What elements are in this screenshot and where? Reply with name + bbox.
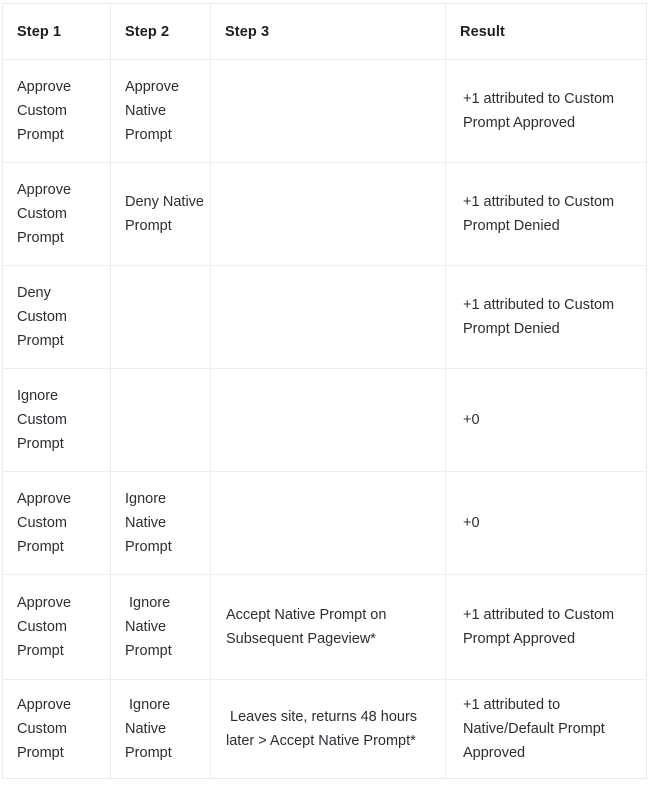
cell-step-3 (210, 59, 446, 163)
cell-step-3 (210, 368, 446, 472)
attribution-table-container: Step 1 Step 2 Step 3 Result Approve Cust… (2, 3, 647, 779)
cell-step-3 (210, 162, 446, 266)
cell-step-2: Ignore Native Prompt (110, 574, 211, 680)
table-row: Approve Custom Prompt Deny Native Prompt… (2, 162, 647, 266)
cell-step-3: Accept Native Prompt on Subsequent Pagev… (210, 574, 446, 680)
cell-result: +1 attributed to Custom Prompt Approved (445, 59, 647, 163)
table-row: Approve Custom Prompt Ignore Native Prom… (2, 574, 647, 680)
cell-step-1: Approve Custom Prompt (2, 679, 111, 779)
cell-step-3 (210, 471, 446, 575)
table-row: Approve Custom Prompt Ignore Native Prom… (2, 679, 647, 779)
cell-result: +1 attributed to Custom Prompt Approved (445, 574, 647, 680)
table-body: Approve Custom Prompt Approve Native Pro… (2, 59, 647, 779)
column-header-step-1: Step 1 (2, 3, 111, 60)
cell-result: +1 attributed to Custom Prompt Denied (445, 265, 647, 369)
cell-result: +1 attributed to Custom Prompt Denied (445, 162, 647, 266)
column-header-step-2: Step 2 (110, 3, 211, 60)
cell-step-1: Approve Custom Prompt (2, 574, 111, 680)
cell-step-1: Approve Custom Prompt (2, 162, 111, 266)
cell-step-1: Approve Custom Prompt (2, 59, 111, 163)
cell-result: +0 (445, 471, 647, 575)
cell-result: +1 attributed to Native/Default Prompt A… (463, 697, 609, 761)
cell-step-2 (110, 265, 211, 369)
cell-step-1: Ignore Custom Prompt (2, 368, 111, 472)
table-header-row: Step 1 Step 2 Step 3 Result (2, 3, 647, 60)
column-header-step-3: Step 3 (210, 3, 446, 60)
cell-step-2 (110, 368, 211, 472)
column-header-result: Result (445, 3, 647, 60)
cell-step-3 (210, 265, 446, 369)
cell-result: +0 (445, 368, 647, 472)
table-header: Step 1 Step 2 Step 3 Result (2, 3, 647, 60)
table-row: Approve Custom Prompt Ignore Native Prom… (2, 471, 647, 575)
table-row: Deny Custom Prompt +1 attributed to Cust… (2, 265, 647, 369)
cell-step-2: Ignore Native Prompt (110, 679, 211, 779)
cell-step-1: Approve Custom Prompt (2, 471, 111, 575)
cell-step-2: Ignore Native Prompt (110, 471, 211, 575)
cell-step-3: Leaves site, returns 48 hours later > Ac… (210, 679, 446, 779)
prompt-attribution-table: Step 1 Step 2 Step 3 Result Approve Cust… (2, 3, 647, 779)
cell-step-1: Deny Custom Prompt (2, 265, 111, 369)
table-row: Ignore Custom Prompt +0 (2, 368, 647, 472)
cell-step-2: Deny Native Prompt (110, 162, 211, 266)
table-row: Approve Custom Prompt Approve Native Pro… (2, 59, 647, 163)
cell-step-2: Approve Native Prompt (110, 59, 211, 163)
